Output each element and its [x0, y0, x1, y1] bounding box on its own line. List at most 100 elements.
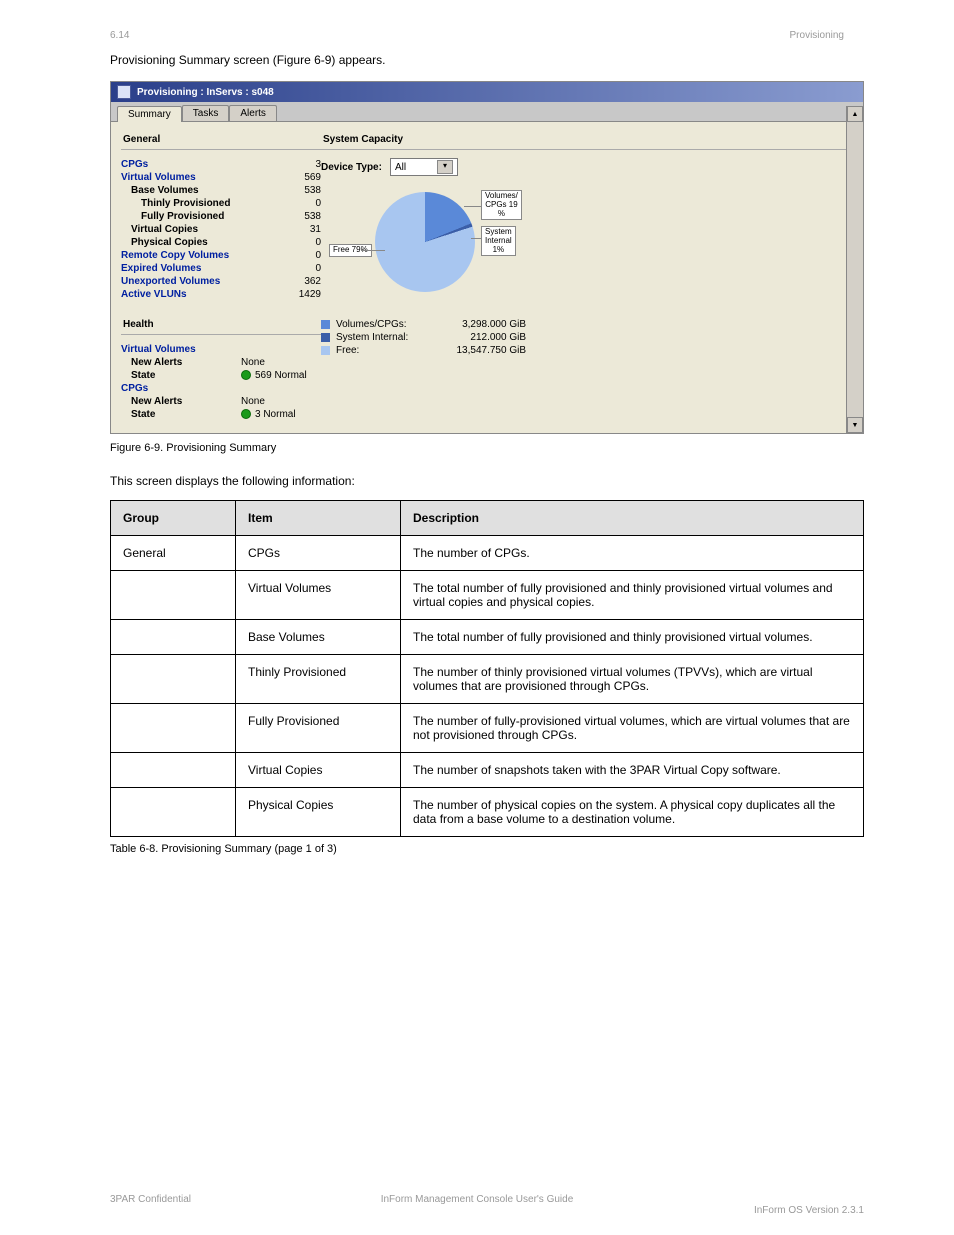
table-row: Virtual VolumesThe total number of fully… [111, 571, 864, 620]
stat-value: 31 [285, 224, 321, 235]
legend-label: Free: [336, 345, 446, 356]
cell-group [111, 655, 236, 704]
th-group: Group [111, 501, 236, 536]
footer-left: 3PAR Confidential [110, 1194, 191, 1205]
stat-label-fully-provisioned: Fully Provisioned [121, 211, 224, 222]
cell-desc: The number of physical copies on the sys… [401, 788, 864, 837]
health-cpg-state-label: State [121, 409, 241, 420]
stat-value: 0 [285, 198, 321, 209]
legend-value: 13,547.750 GiB [446, 345, 526, 356]
stat-value: 362 [285, 276, 321, 287]
cell-group [111, 620, 236, 655]
legend-value: 3,298.000 GiB [446, 319, 526, 330]
stat-value: 3 [285, 159, 321, 170]
stat-value: 0 [285, 250, 321, 261]
callout-system: System Internal 1% [481, 226, 516, 256]
health-cpg-state-dot [241, 409, 251, 419]
tab-alerts[interactable]: Alerts [229, 105, 277, 121]
stat-label-unexported-volumes[interactable]: Unexported Volumes [121, 276, 220, 287]
window-icon [117, 85, 131, 99]
stat-label-virtual-volumes[interactable]: Virtual Volumes [121, 172, 196, 183]
legend-swatch [321, 333, 330, 342]
footer-right: InForm OS Version 2.3.1 [754, 1205, 864, 1216]
general-section-title: General [121, 130, 321, 150]
tab-summary[interactable]: Summary [117, 106, 182, 122]
stat-label-base-volumes: Base Volumes [121, 185, 199, 196]
device-type-value: All [395, 162, 406, 173]
health-vv-state-value: 569 Normal [255, 370, 307, 381]
cell-group [111, 704, 236, 753]
table-row: Fully ProvisionedThe number of fully-pro… [111, 704, 864, 753]
table-row: Virtual CopiesThe number of snapshots ta… [111, 753, 864, 788]
stat-value: 1429 [285, 289, 321, 300]
cell-item: Virtual Copies [236, 753, 401, 788]
cell-desc: The number of thinly provisioned virtual… [401, 655, 864, 704]
health-vv-state-label: State [121, 370, 241, 381]
table-row: Base VolumesThe total number of fully pr… [111, 620, 864, 655]
table-caption: Table 6-8. Provisioning Summary (page 1 … [110, 843, 864, 855]
legend-value: 212.000 GiB [446, 332, 526, 343]
legend-row: System Internal:212.000 GiB [321, 331, 853, 344]
table-intro-text: This screen displays the following infor… [110, 472, 864, 490]
legend-row: Volumes/CPGs:3,298.000 GiB [321, 318, 853, 331]
cell-group [111, 753, 236, 788]
cell-group: General [111, 536, 236, 571]
health-vv-alerts-value: None [241, 357, 265, 368]
page-footer: 3PAR Confidential InForm Management Cons… [0, 1194, 954, 1205]
th-item: Item [236, 501, 401, 536]
cell-item: Fully Provisioned [236, 704, 401, 753]
th-description: Description [401, 501, 864, 536]
pie-chart-area: Free 79% Volumes/ CPGs 19 % System Inter… [321, 182, 853, 312]
stat-label-active-vluns[interactable]: Active VLUNs [121, 289, 187, 300]
cell-item: Thinly Provisioned [236, 655, 401, 704]
cell-desc: The number of CPGs. [401, 536, 864, 571]
health-vv-alerts-label: New Alerts [121, 357, 241, 368]
scroll-up-icon[interactable]: ▲ [847, 106, 863, 122]
stat-label-expired-volumes[interactable]: Expired Volumes [121, 263, 201, 274]
stat-value: 0 [285, 237, 321, 248]
health-section-title: Health [121, 315, 321, 335]
stat-label-physical-copies: Physical Copies [121, 237, 208, 248]
capacity-pie-chart [375, 192, 475, 292]
device-type-label: Device Type: [321, 162, 382, 173]
capacity-legend: Volumes/CPGs:3,298.000 GiBSystem Interna… [321, 318, 853, 357]
stat-value: 538 [285, 211, 321, 222]
tabs-bar: Summary Tasks Alerts [111, 102, 863, 122]
stat-label-cpgs[interactable]: CPGs [121, 159, 148, 170]
stat-label-virtual-copies: Virtual Copies [121, 224, 198, 235]
intro-text: Provisioning Summary screen (Figure 6-9)… [110, 51, 864, 69]
window-titlebar: Provisioning : InServs : s048 [111, 82, 863, 102]
scrollbar[interactable]: ▲ ▼ [846, 106, 863, 433]
cell-desc: The number of fully-provisioned virtual … [401, 704, 864, 753]
cell-group [111, 788, 236, 837]
health-cpg-state-value: 3 Normal [255, 409, 296, 420]
cell-desc: The number of snapshots taken with the 3… [401, 753, 864, 788]
screenshot-window: Provisioning : InServs : s048 Summary Ta… [110, 81, 864, 434]
cell-item: CPGs [236, 536, 401, 571]
general-stats-list: CPGs 3 Virtual Volumes 569 Base Volumes 538 Th… [121, 158, 321, 301]
health-vv-state-dot [241, 370, 251, 380]
device-type-select[interactable]: All ▾ [390, 158, 458, 176]
stat-value: 538 [285, 185, 321, 196]
stat-label-thinly-provisioned: Thinly Provisioned [121, 198, 230, 209]
tab-tasks[interactable]: Tasks [182, 105, 230, 121]
provisioning-summary-table: Group Item Description GeneralCPGsThe nu… [110, 500, 864, 837]
cell-item: Virtual Volumes [236, 571, 401, 620]
health-cpg-link[interactable]: CPGs [121, 383, 231, 394]
stat-value: 0 [285, 263, 321, 274]
table-row: Physical CopiesThe number of physical co… [111, 788, 864, 837]
health-cpg-alerts-value: None [241, 396, 265, 407]
cell-item: Physical Copies [236, 788, 401, 837]
table-row: GeneralCPGsThe number of CPGs. [111, 536, 864, 571]
scroll-down-icon[interactable]: ▼ [847, 417, 863, 433]
health-vv-link[interactable]: Virtual Volumes [121, 344, 231, 355]
cell-desc: The total number of fully provisioned an… [401, 620, 864, 655]
stat-label-remote-copy-volumes[interactable]: Remote Copy Volumes [121, 250, 229, 261]
section-title-top: Provisioning [790, 30, 844, 41]
health-cpg-alerts-label: New Alerts [121, 396, 241, 407]
stat-value: 569 [285, 172, 321, 183]
callout-volumes: Volumes/ CPGs 19 % [481, 190, 522, 220]
legend-label: Volumes/CPGs: [336, 319, 446, 330]
legend-label: System Internal: [336, 332, 446, 343]
cell-group [111, 571, 236, 620]
